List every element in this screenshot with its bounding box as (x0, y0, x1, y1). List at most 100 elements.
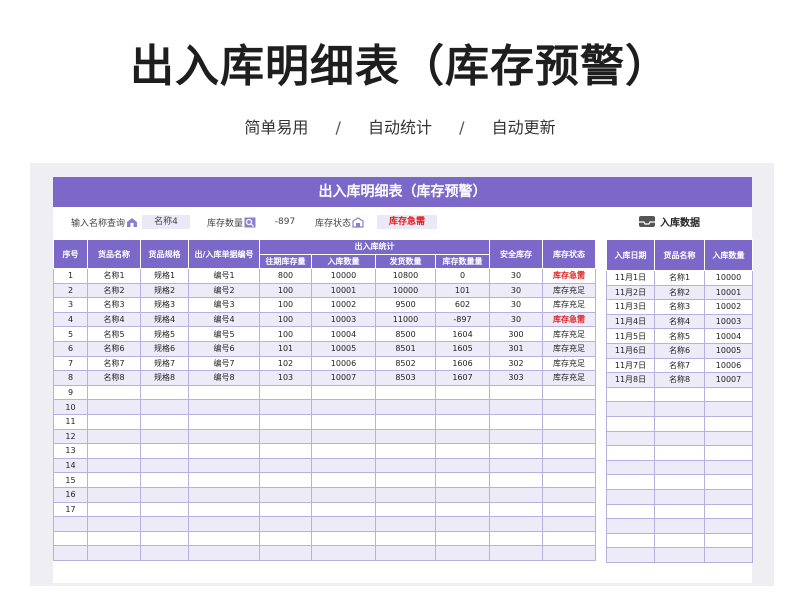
cell-safety-stock[interactable] (489, 443, 543, 459)
cell-doc-number[interactable]: 编号4 (188, 311, 260, 328)
cell-seq[interactable]: 14 (53, 457, 88, 474)
cell-prev-stock[interactable]: 100 (259, 282, 312, 299)
cell-item-spec[interactable]: 规格5 (140, 326, 189, 342)
cell-stock-qty[interactable] (435, 399, 490, 415)
cell-safety-stock[interactable]: 302 (489, 355, 543, 372)
cell-item-spec[interactable] (140, 516, 189, 532)
cell-inbound-item-name[interactable]: 名称1 (654, 270, 705, 286)
cell-inbound-item-name[interactable] (654, 415, 705, 432)
cell-safety-stock[interactable]: 301 (489, 340, 543, 357)
cell-prev-stock[interactable]: 103 (259, 370, 312, 386)
cell-inbound-item-name[interactable]: 名称2 (654, 284, 705, 301)
cell-inbound-item-name[interactable]: 名称3 (654, 299, 705, 315)
cell-in-qty[interactable] (311, 443, 376, 459)
cell-safety-stock[interactable]: 30 (489, 311, 543, 328)
cell-inbound-qty[interactable]: 10002 (704, 299, 753, 315)
cell-out-qty[interactable]: 8503 (375, 370, 436, 386)
cell-inbound-qty[interactable] (704, 547, 753, 563)
cell-out-qty[interactable] (375, 457, 436, 474)
cell-item-name[interactable] (87, 457, 141, 474)
cell-stock-status[interactable]: 库存充足 (542, 282, 596, 299)
cell-stock-qty[interactable]: 1604 (435, 326, 490, 342)
cell-stock-status[interactable]: 库存充足 (542, 355, 596, 372)
cell-in-qty[interactable]: 10004 (311, 326, 376, 342)
cell-doc-number[interactable] (188, 530, 260, 547)
cell-doc-number[interactable] (188, 486, 260, 503)
cell-seq[interactable]: 10 (53, 399, 88, 415)
cell-safety-stock[interactable]: 303 (489, 370, 543, 386)
cell-inbound-date[interactable] (606, 503, 655, 520)
cell-out-qty[interactable]: 8502 (375, 355, 436, 372)
cell-seq[interactable] (53, 530, 88, 547)
cell-in-qty[interactable] (311, 501, 376, 518)
cell-in-qty[interactable] (311, 486, 376, 503)
cell-prev-stock[interactable]: 100 (259, 297, 312, 313)
cell-inbound-qty[interactable]: 10003 (704, 313, 753, 330)
cell-stock-status[interactable] (542, 530, 596, 547)
cell-inbound-date[interactable]: 11月2日 (606, 284, 655, 301)
cell-item-name[interactable]: 名称4 (87, 311, 141, 328)
cell-inbound-item-name[interactable] (654, 503, 705, 520)
cell-prev-stock[interactable] (259, 413, 312, 430)
cell-seq[interactable]: 12 (53, 428, 88, 445)
cell-in-qty[interactable] (311, 413, 376, 430)
cell-inbound-qty[interactable]: 10001 (704, 284, 753, 301)
cell-seq[interactable]: 17 (53, 501, 88, 518)
cell-seq[interactable]: 15 (53, 472, 88, 488)
cell-stock-status[interactable] (542, 545, 596, 561)
cell-stock-status[interactable] (542, 399, 596, 415)
cell-in-qty[interactable]: 10002 (311, 297, 376, 313)
cell-in-qty[interactable] (311, 399, 376, 415)
cell-safety-stock[interactable]: 300 (489, 326, 543, 342)
cell-out-qty[interactable] (375, 443, 436, 459)
cell-item-name[interactable]: 名称1 (87, 268, 141, 284)
cell-out-qty[interactable] (375, 501, 436, 518)
cell-inbound-qty[interactable] (704, 415, 753, 432)
cell-inbound-qty[interactable] (704, 518, 753, 534)
cell-in-qty[interactable]: 10001 (311, 282, 376, 299)
cell-out-qty[interactable] (375, 516, 436, 532)
cell-in-qty[interactable] (311, 530, 376, 547)
cell-inbound-qty[interactable] (704, 401, 753, 417)
cell-stock-status[interactable]: 库存充足 (542, 340, 596, 357)
cell-inbound-item-name[interactable] (654, 430, 705, 447)
cell-item-name[interactable]: 名称2 (87, 282, 141, 299)
cell-inbound-item-name[interactable]: 名称8 (654, 372, 705, 388)
cell-prev-stock[interactable]: 100 (259, 311, 312, 328)
cell-inbound-qty[interactable]: 10007 (704, 372, 753, 388)
import-data-button[interactable]: 入库数据 (638, 214, 700, 229)
cell-doc-number[interactable] (188, 428, 260, 445)
cell-inbound-date[interactable] (606, 488, 655, 505)
cell-item-name[interactable] (87, 472, 141, 488)
cell-item-name[interactable] (87, 428, 141, 445)
cell-inbound-date[interactable] (606, 474, 655, 490)
cell-inbound-date[interactable]: 11月4日 (606, 313, 655, 330)
cell-prev-stock[interactable] (259, 530, 312, 547)
cell-seq[interactable] (53, 516, 88, 532)
cell-stock-status[interactable] (542, 457, 596, 474)
cell-seq[interactable]: 5 (53, 326, 88, 342)
cell-item-spec[interactable]: 规格6 (140, 340, 189, 357)
cell-inbound-qty[interactable]: 10006 (704, 357, 753, 374)
cell-stock-qty[interactable]: 101 (435, 282, 490, 299)
cell-inbound-item-name[interactable] (654, 459, 705, 476)
cell-safety-stock[interactable] (489, 501, 543, 518)
cell-safety-stock[interactable] (489, 384, 543, 401)
cell-prev-stock[interactable] (259, 428, 312, 445)
cell-item-spec[interactable]: 规格7 (140, 355, 189, 372)
cell-inbound-item-name[interactable]: 名称4 (654, 313, 705, 330)
cell-inbound-item-name[interactable] (654, 445, 705, 461)
cell-item-spec[interactable]: 规格4 (140, 311, 189, 328)
cell-stock-qty[interactable] (435, 413, 490, 430)
cell-safety-stock[interactable] (489, 428, 543, 445)
cell-out-qty[interactable] (375, 384, 436, 401)
cell-stock-qty[interactable] (435, 457, 490, 474)
cell-inbound-date[interactable] (606, 415, 655, 432)
cell-seq[interactable]: 7 (53, 355, 88, 372)
cell-stock-qty[interactable]: 1606 (435, 355, 490, 372)
cell-safety-stock[interactable] (489, 516, 543, 532)
cell-stock-qty[interactable] (435, 501, 490, 518)
cell-item-spec[interactable] (140, 428, 189, 445)
cell-stock-status[interactable]: 库存急需 (542, 311, 596, 328)
cell-prev-stock[interactable] (259, 399, 312, 415)
